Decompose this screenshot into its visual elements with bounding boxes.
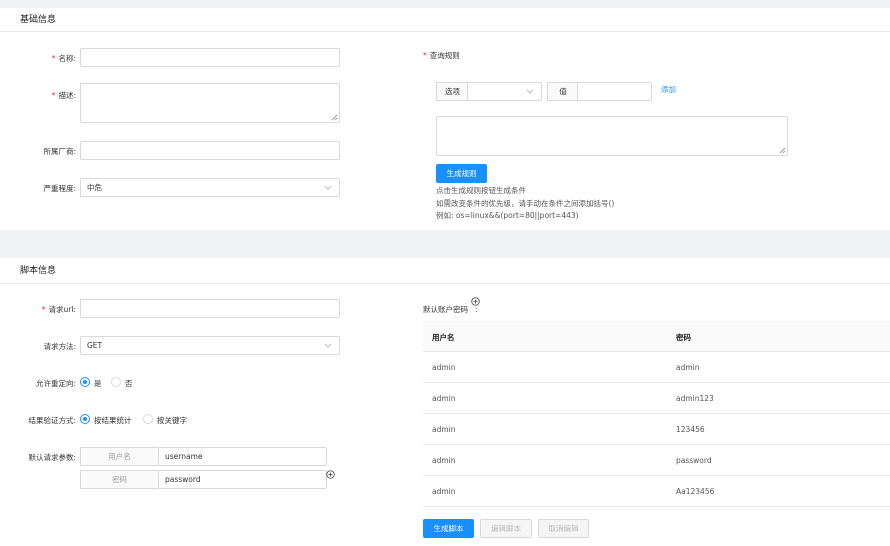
vendor-label: 所属厂商: [43,147,76,156]
verify-method-label: 结果验证方式: [28,416,76,425]
value-input[interactable] [577,82,652,101]
table-row-divider [423,444,890,445]
generate-script-button[interactable]: 生成脚本 [423,519,474,538]
param1-value-input[interactable]: username [158,447,327,466]
hint-line-3: 例如: os=linux&&(port=80||port=443) [436,211,579,220]
add-account-icon[interactable] [471,297,480,306]
vendor-input[interactable] [80,141,340,160]
option-select[interactable] [467,82,542,101]
table-row-3-username: admin [432,425,456,434]
chevron-down-icon [324,185,332,190]
basic-info-title: 基础信息 [20,15,57,25]
add-param-icon[interactable] [326,470,335,479]
column-username: 用户名 [432,333,455,342]
param1-key: 用户名 [80,447,158,466]
script-info-divider [0,283,890,284]
name-input[interactable] [80,48,340,67]
table-row-2-username: admin [432,394,456,403]
redirect-label: 允许重定向: [35,379,76,388]
verify-by-keyword-label[interactable]: 按关键字 [157,415,187,426]
table-row-5-username: admin [432,487,456,496]
chevron-down-icon [324,343,332,348]
default-params-label: 默认请求参数: [28,453,76,462]
hint-line-2: 如需改变条件的优先级，请手动在条件之间添加括号() [436,199,615,208]
chevron-down-icon [526,89,534,94]
description-textarea[interactable] [80,83,340,123]
script-info-title: 脚本信息 [20,266,57,276]
table-row-1-username: admin [432,363,456,372]
table-row-3-password: 123456 [676,425,705,434]
request-method-value: GET [87,341,103,350]
request-method-label: 请求方法: [43,342,76,351]
resize-grip-icon[interactable] [779,147,786,154]
hint-line-1: 点击生成规则按钮生成条件 [436,186,526,195]
severity-label: 严重程度: [43,184,76,193]
redirect-yes-radio[interactable] [80,377,90,387]
param2-key: 密码 [80,470,158,489]
table-row-4-username: admin [432,456,456,465]
verify-by-stats-label[interactable]: 按结果统计 [94,415,132,426]
name-label: * 名称: [51,54,76,63]
table-row-5-password: Aa123456 [676,487,715,496]
table-row-divider [423,413,890,414]
severity-value: 中危 [87,183,102,192]
option-addon: 选项 [436,82,468,101]
severity-select[interactable]: 中危 [80,178,340,197]
table-row-divider [423,382,890,383]
accounts-table-header [423,321,890,352]
basic-info-divider [0,31,890,32]
request-url-input[interactable] [80,299,340,318]
edit-script-button[interactable]: 编辑脚本 [480,519,532,538]
column-password: 密码 [676,333,691,342]
redirect-no-radio[interactable] [111,377,121,387]
verify-by-stats-radio[interactable] [80,414,90,424]
table-row-2-password: admin123 [676,394,714,403]
table-row-4-password: password [676,456,712,465]
resize-grip-icon[interactable] [331,114,338,121]
redirect-yes-label[interactable]: 是 [94,378,102,389]
param2-value-input[interactable]: password [158,470,327,489]
query-rule-label: * 查询规则 [423,51,460,60]
table-row-divider [423,506,890,507]
request-method-select[interactable]: GET [80,336,340,355]
query-rule-textarea[interactable] [436,116,788,156]
add-condition-link[interactable]: 添加 [661,84,676,95]
redirect-no-label[interactable]: 否 [125,378,133,389]
cancel-edit-button[interactable]: 取消编辑 [538,519,589,538]
generate-rule-button[interactable]: 生成规则 [436,164,487,183]
request-url-label: * 请求url: [41,305,76,314]
default-accounts-label: 默认账户密码: [423,305,478,314]
verify-by-keyword-radio[interactable] [143,414,153,424]
table-row-1-password: admin [676,363,700,372]
table-row-divider [423,475,890,476]
value-addon: 值 [547,82,578,101]
description-label: * 描述: [51,91,76,100]
